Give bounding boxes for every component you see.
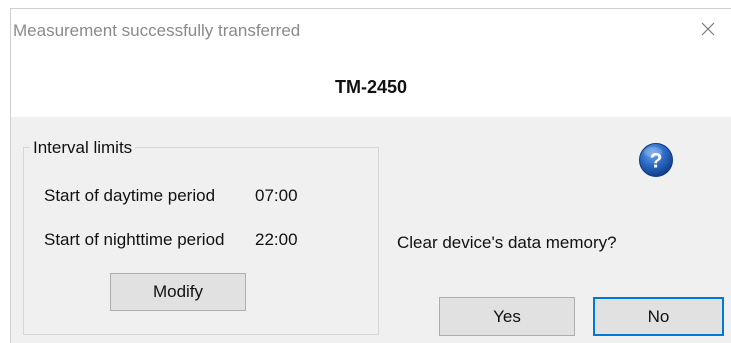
interval-limits-group: Interval limits Start of daytime period …	[23, 138, 379, 335]
close-button[interactable]	[685, 9, 731, 49]
yes-button[interactable]: Yes	[439, 297, 575, 336]
device-name: TM-2450	[334, 77, 408, 97]
interval-limits-legend: Interval limits	[30, 138, 136, 158]
nighttime-period-value: 22:00	[255, 230, 298, 249]
dialog-header: Measurement successfully transferred TM-…	[11, 9, 731, 117]
dialog-window: Measurement successfully transferred TM-…	[10, 8, 731, 343]
dialog-title: Measurement successfully transferred	[13, 21, 301, 40]
daytime-period-label: Start of daytime period	[44, 186, 216, 205]
no-button[interactable]: No	[593, 297, 724, 336]
daytime-period-value: 07:00	[255, 186, 298, 205]
close-icon	[701, 22, 715, 36]
question-icon: ?	[639, 143, 673, 177]
modify-button[interactable]: Modify	[110, 273, 246, 311]
question-text: Clear device's data memory?	[397, 233, 617, 252]
nighttime-period-label: Start of nighttime period	[44, 230, 225, 249]
svg-text:?: ?	[650, 150, 663, 173]
